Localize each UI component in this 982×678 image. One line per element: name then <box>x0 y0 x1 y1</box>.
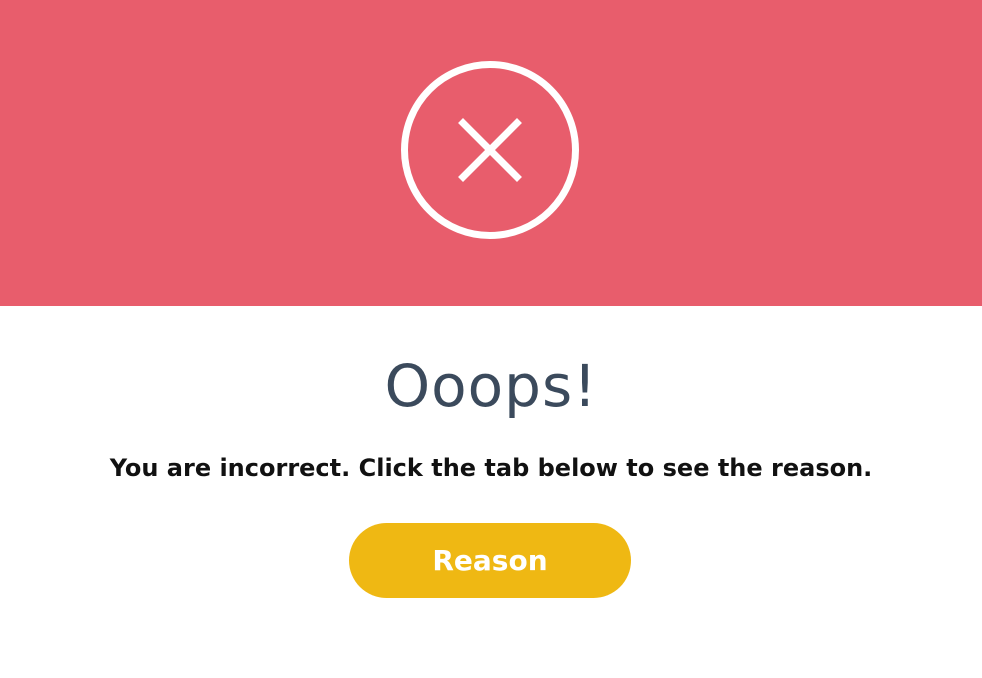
dialog-title: Ooops! <box>384 352 598 420</box>
error-header <box>0 0 982 306</box>
x-mark-icon <box>458 118 522 182</box>
feedback-dialog: Ooops! You are incorrect. Click the tab … <box>0 0 982 678</box>
reason-button[interactable]: Reason <box>349 523 631 598</box>
close-icon <box>401 61 579 239</box>
dialog-message: You are incorrect. Click the tab below t… <box>109 454 873 482</box>
